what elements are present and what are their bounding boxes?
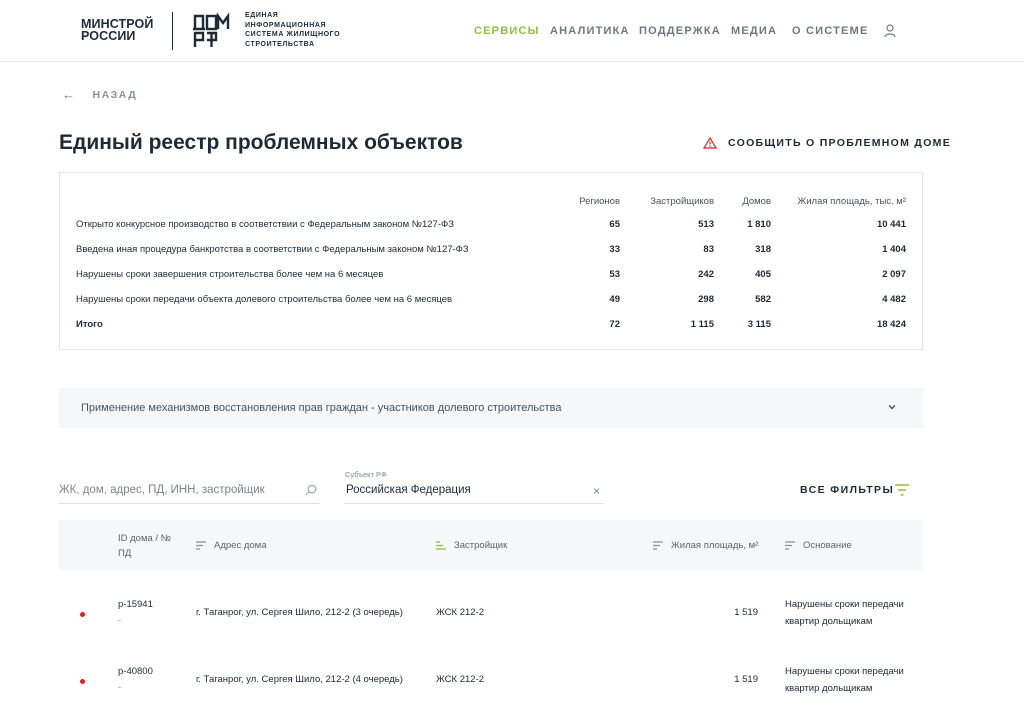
nav-about[interactable]: О СИСТЕМЕ [792, 25, 869, 37]
stats-total-label: Итого [76, 319, 103, 330]
stats-total-cell: 18 424 [876, 319, 906, 330]
logo-divider [172, 12, 173, 50]
stats-cell: 33 [609, 244, 620, 255]
subject-label: Субъект РФ [345, 470, 387, 479]
search-placeholder: ЖК, дом, адрес, ПД, ИНН, застройщик [59, 484, 265, 496]
status-dot-icon [80, 612, 85, 617]
sort-icon [653, 541, 663, 550]
row-reason: Нарушены сроки передачи квартир дольщика… [785, 596, 904, 630]
column-header-developer[interactable]: Застройщик [436, 540, 507, 551]
column-header-area[interactable]: Жилая площадь, м² [653, 540, 758, 551]
stats-header-area: Жилая площадь, тыс. м² [797, 196, 906, 207]
stats-total-cell: 1 115 [690, 319, 714, 330]
stats-row-label: Введена иная процедура банкротства в соо… [76, 244, 469, 255]
stats-cell: 1 810 [747, 219, 771, 230]
row-reason: Нарушены сроки передачи квартир дольщика… [785, 663, 904, 697]
arrow-left-icon: ← [62, 87, 77, 102]
user-icon[interactable] [884, 24, 896, 38]
minstroy-logo-line2: РОССИИ [81, 29, 136, 43]
row-area: 1 519 [734, 607, 758, 618]
row-developer: ЖСК 212-2 [436, 674, 484, 685]
stats-cell: 65 [609, 219, 620, 230]
sort-active-icon [436, 541, 446, 550]
column-header-id-line2: ПД [118, 548, 132, 559]
eisgs-line: ИНФОРМАЦИОННАЯ [245, 21, 327, 29]
stats-cell: 318 [755, 244, 771, 255]
column-header-address[interactable]: Адрес дома [196, 540, 266, 551]
accordion-label: Применение механизмов восстановления пра… [81, 402, 562, 414]
row-address: г. Таганрог, ул. Сергея Шило, 212-2 (3 о… [196, 607, 403, 618]
column-header-developer-label: Застройщик [454, 540, 508, 551]
minstroy-logo[interactable]: МИНСТРОЙ РОССИИ [81, 18, 153, 43]
all-filters-button[interactable]: ВСЕ ФИЛЬТРЫ [800, 484, 894, 496]
stats-cell: 10 441 [876, 219, 906, 230]
search-input[interactable]: ЖК, дом, адрес, ПД, ИНН, застройщик [59, 480, 319, 504]
eisgs-line: ЕДИНАЯ [245, 12, 279, 19]
row-id[interactable]: р-40800 [118, 663, 153, 680]
row-reason-line1: Нарушены сроки передачи [785, 599, 904, 610]
row-area: 1 519 [734, 674, 758, 685]
column-header-area-label: Жилая площадь, м² [671, 540, 759, 551]
page-title: Единый реестр проблемных объектов [59, 131, 463, 154]
stats-cell: 49 [609, 294, 620, 305]
status-dot-icon [80, 679, 85, 684]
stats-cell: 83 [703, 244, 714, 255]
stats-cell: 242 [698, 269, 714, 280]
row-reason-line2: квартир дольщикам [785, 683, 873, 694]
subject-select[interactable]: Субъект РФ Российская Федерация × [344, 466, 604, 504]
row-id[interactable]: р-15941 [118, 596, 153, 613]
row-reason-line1: Нарушены сроки передачи [785, 666, 904, 677]
stats-row-label: Нарушены сроки завершения строительства … [76, 269, 384, 280]
eisgs-line: СТРОИТЕЛЬСТВА [245, 40, 315, 48]
clear-icon[interactable]: × [593, 484, 600, 498]
stats-header-houses: Домов [742, 196, 771, 207]
stats-summary-table: Регионов Застройщиков Домов Жилая площад… [59, 172, 923, 350]
nav-services[interactable]: СЕРВИСЫ [474, 25, 540, 37]
back-link[interactable]: ← НАЗАД [62, 87, 137, 102]
warning-icon [703, 137, 717, 149]
stats-header-developers: Застройщиков [650, 196, 714, 207]
column-header-id[interactable]: ID дома / № ПД [118, 531, 171, 561]
search-icon[interactable] [305, 484, 317, 496]
row-address: г. Таганрог, ул. Сергея Шило, 212-2 (4 о… [196, 674, 403, 685]
column-header-reason-label: Основание [803, 540, 852, 551]
chevron-down-icon [888, 405, 896, 410]
row-reason-line2: квартир дольщикам [785, 616, 873, 627]
domrf-logo-icon[interactable] [193, 12, 231, 50]
stats-cell: 405 [755, 269, 771, 280]
stats-total-cell: 72 [609, 319, 620, 330]
sort-icon [196, 541, 206, 550]
row-pd: - [118, 682, 122, 693]
top-header: МИНСТРОЙ РОССИИ ЕДИНАЯ ИНФОРМАЦИОННАЯ СИ… [0, 0, 1024, 62]
nav-support[interactable]: ПОДДЕРЖКА [639, 25, 721, 37]
stats-cell: 53 [609, 269, 620, 280]
eisgs-line: СИСТЕМА ЖИЛИЩНОГО [245, 31, 341, 38]
subject-value: Российская Федерация [346, 484, 471, 496]
eisgs-logo-text: ЕДИНАЯ ИНФОРМАЦИОННАЯ СИСТЕМА ЖИЛИЩНОГО … [245, 11, 340, 49]
stats-cell: 2 097 [882, 269, 906, 280]
column-header-id-line1: ID дома / № [118, 533, 171, 544]
rights-restoration-accordion[interactable]: Применение механизмов восстановления пра… [59, 388, 923, 428]
table-header: ID дома / № ПД Адрес дома Застройщик Жил… [59, 520, 923, 570]
stats-header-regions: Регионов [579, 196, 620, 207]
stats-cell: 513 [698, 219, 714, 230]
stats-total-cell: 3 115 [747, 319, 771, 330]
row-pd: - [118, 615, 122, 626]
stats-cell: 1 404 [882, 244, 906, 255]
nav-analytics[interactable]: АНАЛИТИКА [550, 25, 630, 37]
stats-cell: 582 [755, 294, 771, 305]
stats-row-label: Нарушены сроки передачи объекта долевого… [76, 294, 453, 305]
column-header-address-label: Адрес дома [214, 540, 267, 551]
row-developer: ЖСК 212-2 [436, 607, 484, 618]
back-label: НАЗАД [92, 88, 138, 101]
nav-media[interactable]: МЕДИА [731, 25, 777, 37]
report-problem-label: СООБЩИТЬ О ПРОБЛЕМНОМ ДОМЕ [728, 137, 952, 149]
column-header-reason[interactable]: Основание [785, 540, 852, 551]
stats-row-label: Открыто конкурсное производство в соотве… [76, 219, 454, 230]
filter-icon[interactable] [894, 483, 910, 497]
report-problem-button[interactable]: СООБЩИТЬ О ПРОБЛЕМНОМ ДОМЕ [703, 137, 951, 149]
stats-cell: 4 482 [882, 294, 906, 305]
sort-icon [785, 541, 795, 550]
stats-cell: 298 [698, 294, 714, 305]
